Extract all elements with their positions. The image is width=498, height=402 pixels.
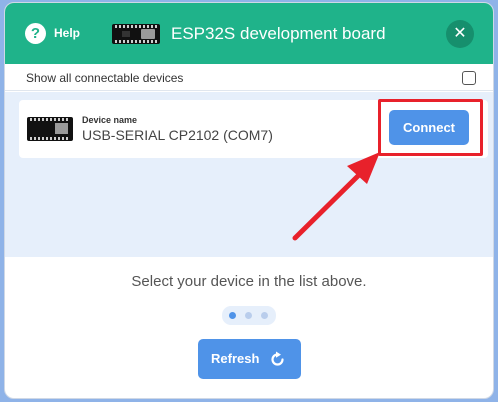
help-icon[interactable]: ? bbox=[25, 23, 46, 44]
esp32-board-icon bbox=[112, 24, 160, 44]
device-name-caption: Device name bbox=[82, 115, 138, 125]
connect-button[interactable]: Connect bbox=[389, 110, 469, 145]
page-dot-active bbox=[229, 312, 236, 319]
close-icon: ✕ bbox=[453, 25, 467, 42]
show-all-row: Show all connectable devices bbox=[5, 64, 493, 91]
refresh-label: Refresh bbox=[211, 351, 260, 366]
page-dot bbox=[261, 312, 268, 319]
esp32-board-icon bbox=[27, 117, 73, 141]
device-name: USB-SERIAL CP2102 (COM7) bbox=[82, 127, 273, 143]
page-dot bbox=[245, 312, 252, 319]
refresh-button[interactable]: Refresh bbox=[198, 339, 301, 379]
dialog-header: ? Help ESP32S development board ✕ bbox=[5, 3, 493, 64]
pagination-dots bbox=[222, 306, 276, 325]
show-all-checkbox[interactable] bbox=[462, 71, 476, 85]
show-all-label: Show all connectable devices bbox=[26, 71, 184, 85]
dialog-title: ESP32S development board bbox=[171, 24, 386, 43]
instruction-text: Select your device in the list above. bbox=[131, 273, 367, 290]
close-button[interactable]: ✕ bbox=[446, 20, 474, 48]
help-label[interactable]: Help bbox=[54, 26, 80, 40]
refresh-icon bbox=[271, 351, 284, 366]
